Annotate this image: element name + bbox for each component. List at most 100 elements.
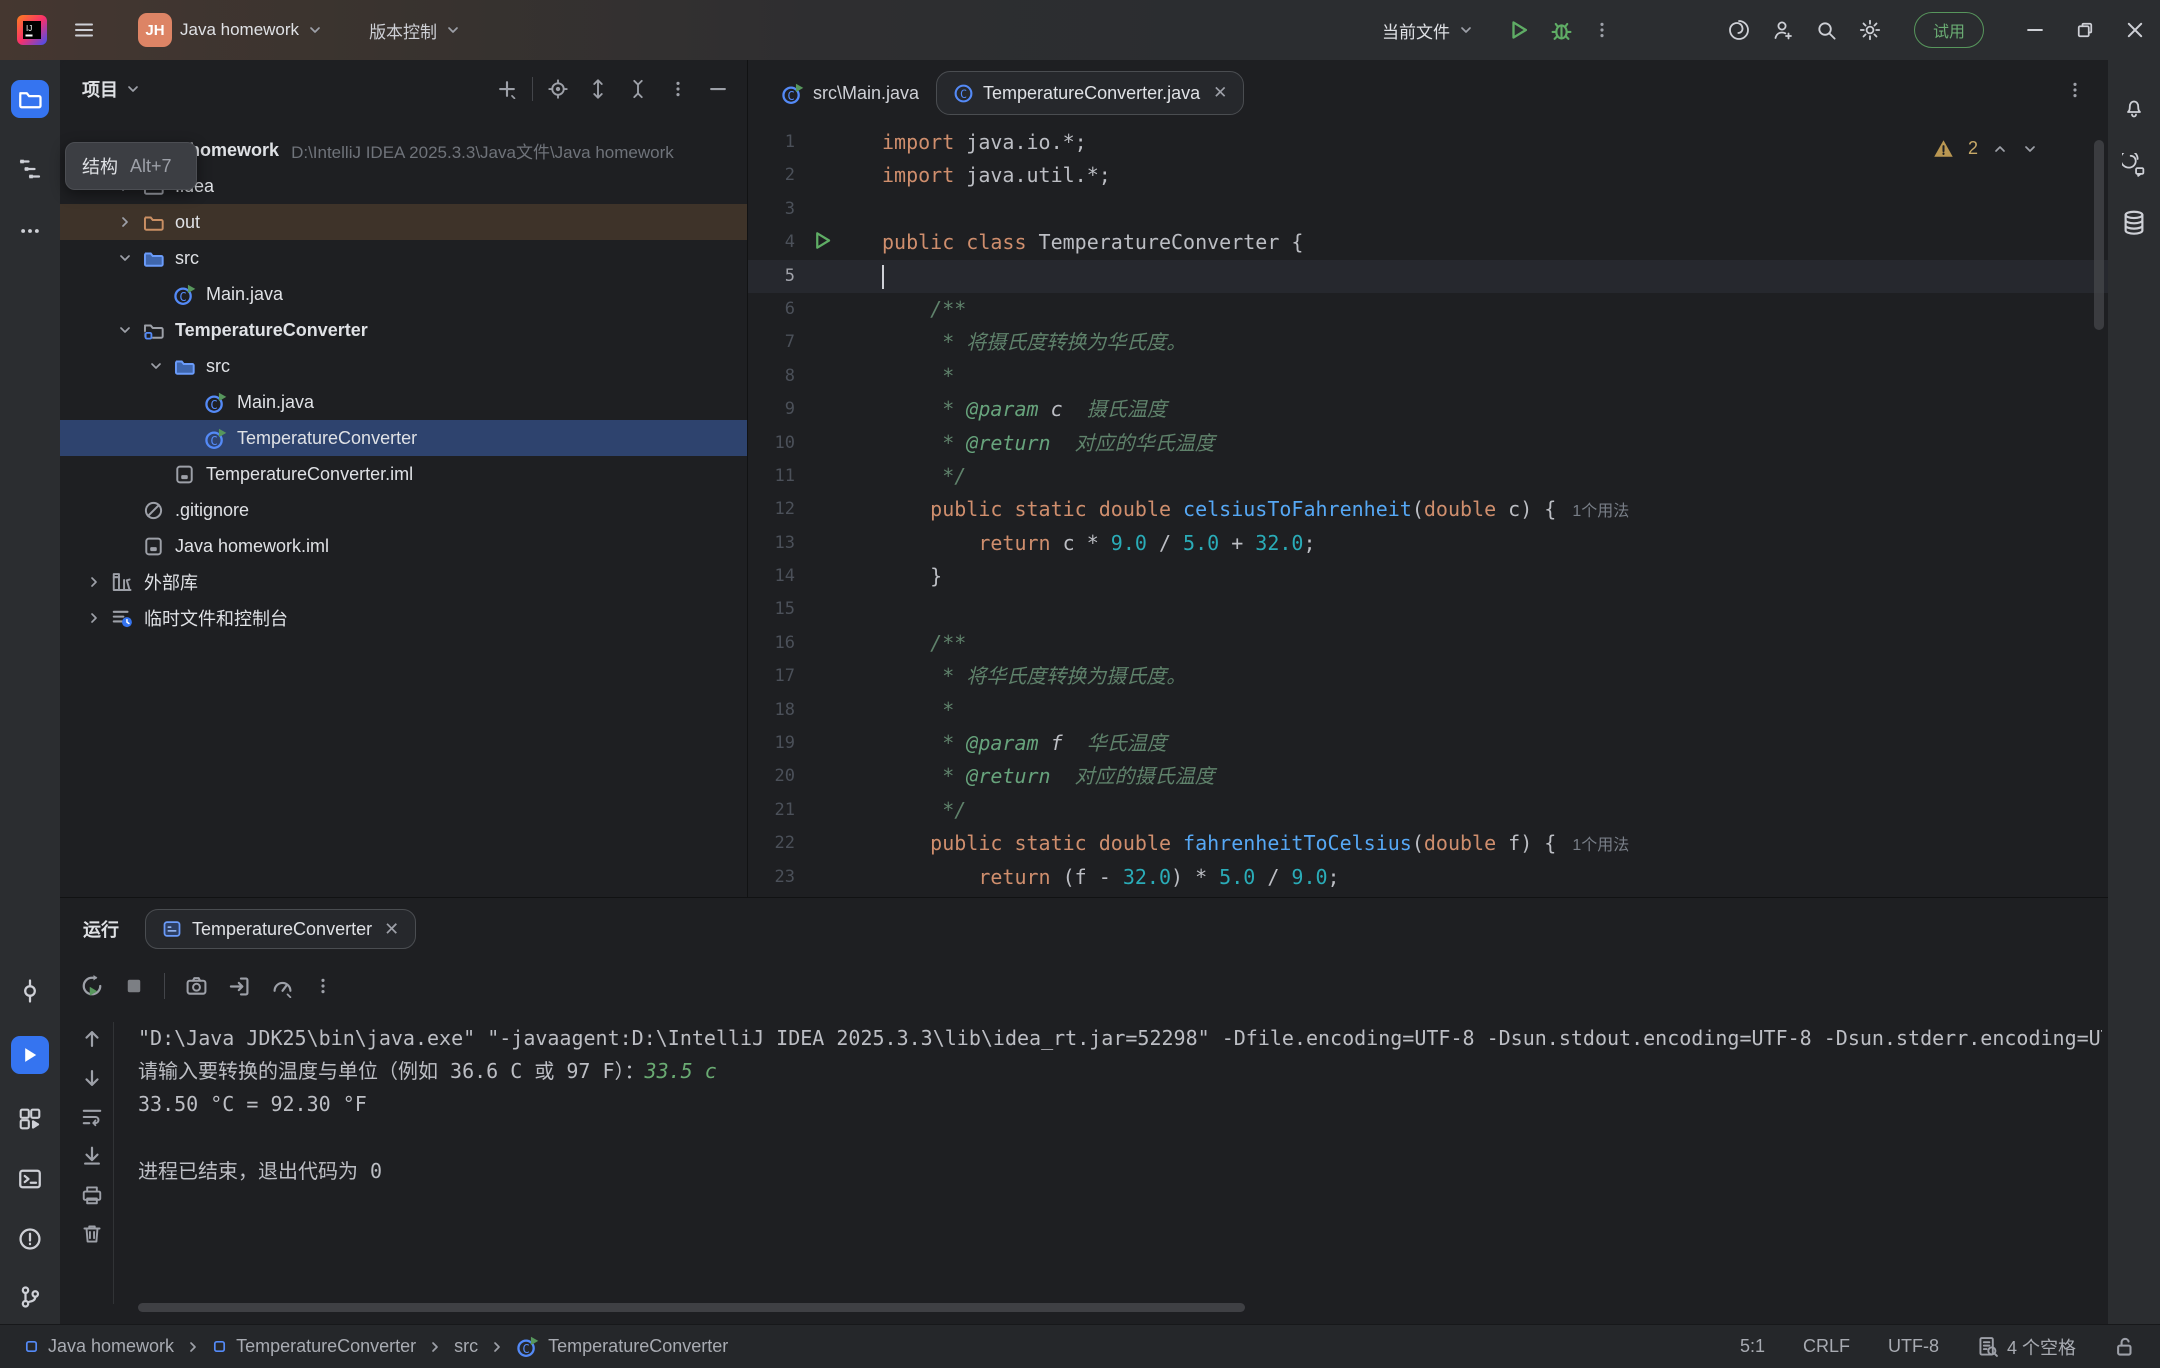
code-line-19[interactable]: 19 * @param f 华氏温度	[748, 727, 2108, 760]
tree-chevron-icon[interactable]	[84, 572, 104, 592]
editor-tab-temperatureconverter.java[interactable]: CTemperatureConverter.java✕	[936, 71, 1244, 115]
tree-item-main.java[interactable]: CMain.java	[60, 276, 747, 312]
tree-item--[interactable]: 外部库	[60, 564, 747, 600]
breadcrumb-temperatureconverter[interactable]: TemperatureConverter	[212, 1336, 416, 1357]
code-line-4[interactable]: 4public class TemperatureConverter {	[748, 226, 2108, 259]
scroll-up-button[interactable]	[81, 1028, 103, 1050]
scroll-down-button[interactable]	[81, 1067, 103, 1089]
code-line-3[interactable]: 3	[748, 193, 2108, 226]
services-tool-button[interactable]	[11, 1100, 49, 1138]
trial-badge[interactable]: 试用	[1914, 12, 1984, 48]
usages-inlay-hint[interactable]: 1个用法	[1572, 503, 1629, 520]
close-tab-icon[interactable]: ✕	[384, 919, 399, 940]
run-config-selector[interactable]: 当前文件	[1372, 10, 1484, 50]
editor-tab-src-main.java[interactable]: Csrc\Main.java	[764, 71, 936, 115]
ai-assistant-button[interactable]	[1717, 10, 1761, 50]
usages-inlay-hint[interactable]: 1个用法	[1572, 837, 1629, 854]
code-line-12[interactable]: 12 public static double celsiusToFahrenh…	[748, 493, 2108, 526]
console-hscrollbar[interactable]	[138, 1303, 1245, 1312]
code-line-14[interactable]: 14 }	[748, 560, 2108, 593]
tree-chevron-icon[interactable]	[84, 608, 104, 628]
print-button[interactable]	[81, 1184, 103, 1206]
add-button[interactable]	[492, 74, 522, 104]
database-tool-button[interactable]	[2115, 204, 2153, 242]
structure-tool-button[interactable]	[11, 150, 49, 188]
code-line-2[interactable]: 2import java.util.*;	[748, 159, 2108, 192]
collapse-all-button[interactable]	[623, 74, 653, 104]
code-line-13[interactable]: 13 return c * 9.0 / 5.0 + 32.0;	[748, 527, 2108, 560]
code-line-15[interactable]: 15	[748, 593, 2108, 626]
terminal-tool-button[interactable]	[11, 1160, 49, 1198]
code-line-23[interactable]: 23 return (f - 32.0) * 5.0 / 9.0;	[748, 861, 2108, 894]
tree-chevron-icon[interactable]	[115, 320, 135, 340]
tree-item-src[interactable]: src	[60, 240, 747, 276]
tree-item-main.java[interactable]: CMain.java	[60, 384, 747, 420]
editor-scrollbar[interactable]	[2094, 140, 2104, 330]
panel-options-button[interactable]	[663, 74, 693, 104]
code-line-16[interactable]: 16 /**	[748, 627, 2108, 660]
breadcrumb-java-homework[interactable]: Java homework	[24, 1336, 174, 1357]
code-line-8[interactable]: 8 *	[748, 360, 2108, 393]
thread-dump-button[interactable]	[185, 975, 208, 998]
code-line-5[interactable]: 5	[748, 260, 2108, 293]
tree-item-.gitignore[interactable]: .gitignore	[60, 492, 747, 528]
indent-style[interactable]: 4 个空格	[1977, 1334, 2076, 1360]
more-tools-button[interactable]	[11, 212, 49, 250]
scroll-to-end-button[interactable]	[81, 1145, 103, 1167]
locate-file-button[interactable]	[543, 74, 573, 104]
code-editor[interactable]: 1import java.io.*;2import java.util.*;34…	[748, 126, 2108, 897]
breadcrumb-temperatureconverter[interactable]: CTemperatureConverter	[516, 1335, 728, 1358]
readonly-toggle[interactable]	[2114, 1336, 2136, 1358]
tree-item-temperatureconverter.iml[interactable]: TemperatureConverter.iml	[60, 456, 747, 492]
close-tab-icon[interactable]: ✕	[1213, 83, 1227, 103]
hide-panel-button[interactable]	[703, 74, 733, 104]
project-widget[interactable]: JH Java homework	[128, 10, 333, 50]
file-encoding[interactable]: UTF-8	[1888, 1336, 1939, 1357]
tree-item-out[interactable]: out	[60, 204, 747, 240]
project-tool-button[interactable]	[11, 80, 49, 118]
rerun-button[interactable]	[80, 974, 104, 998]
code-line-6[interactable]: 6 /**	[748, 293, 2108, 326]
code-line-18[interactable]: 18 *	[748, 694, 2108, 727]
code-line-1[interactable]: 1import java.io.*;	[748, 126, 2108, 159]
minimize-button[interactable]	[2010, 0, 2060, 60]
code-line-20[interactable]: 20 * @return 对应的摄氏温度	[748, 760, 2108, 793]
breadcrumb-src[interactable]: src	[454, 1336, 478, 1357]
code-line-21[interactable]: 21 */	[748, 794, 2108, 827]
caret-position[interactable]: 5:1	[1740, 1336, 1765, 1357]
expand-all-button[interactable]	[583, 74, 613, 104]
tree-item-java-homework.iml[interactable]: Java homework.iml	[60, 528, 747, 564]
code-line-11[interactable]: 11 */	[748, 460, 2108, 493]
prev-problem-button[interactable]	[1992, 141, 2008, 157]
run-tab[interactable]: TemperatureConverter ✕	[145, 909, 416, 949]
more-run-options-button[interactable]	[1583, 10, 1621, 50]
line-separator[interactable]: CRLF	[1803, 1336, 1850, 1357]
stop-button[interactable]	[124, 976, 144, 996]
code-line-9[interactable]: 9 * @param c 摄氏温度	[748, 393, 2108, 426]
restore-button[interactable]	[2060, 0, 2110, 60]
problems-tool-button[interactable]	[11, 1220, 49, 1258]
code-with-me-button[interactable]	[1761, 10, 1805, 50]
tree-item-temperatureconverter[interactable]: TemperatureConverter	[60, 312, 747, 348]
tree-chevron-icon[interactable]	[146, 356, 166, 376]
settings-button[interactable]	[1848, 10, 1892, 50]
editor-options-button[interactable]	[2066, 80, 2084, 100]
tree-chevron-icon[interactable]	[115, 248, 135, 268]
main-menu-button[interactable]	[62, 10, 106, 50]
tree-item-src[interactable]: src	[60, 348, 747, 384]
commit-tool-button[interactable]	[11, 972, 49, 1010]
code-line-22[interactable]: 22 public static double fahrenheitToCels…	[748, 827, 2108, 860]
code-line-17[interactable]: 17 * 将华氏度转换为摄氏度。	[748, 660, 2108, 693]
tree-item-temperatureconverter[interactable]: CTemperatureConverter	[60, 420, 747, 456]
clear-console-button[interactable]	[81, 1223, 103, 1245]
vcs-widget[interactable]: 版本控制	[359, 10, 471, 50]
close-button[interactable]	[2110, 0, 2160, 60]
code-line-10[interactable]: 10 * @return 对应的华氏温度	[748, 427, 2108, 460]
tree-chevron-icon[interactable]	[115, 212, 135, 232]
soft-wrap-button[interactable]	[81, 1106, 103, 1128]
git-tool-button[interactable]	[11, 1278, 49, 1316]
project-panel-title[interactable]: 项目	[82, 76, 141, 102]
console-output[interactable]: "D:\Java JDK25\bin\java.exe" "-javaagent…	[113, 1022, 2102, 1304]
inspection-widget[interactable]: 2	[1933, 138, 2038, 159]
run-tool-button[interactable]	[11, 1036, 49, 1074]
